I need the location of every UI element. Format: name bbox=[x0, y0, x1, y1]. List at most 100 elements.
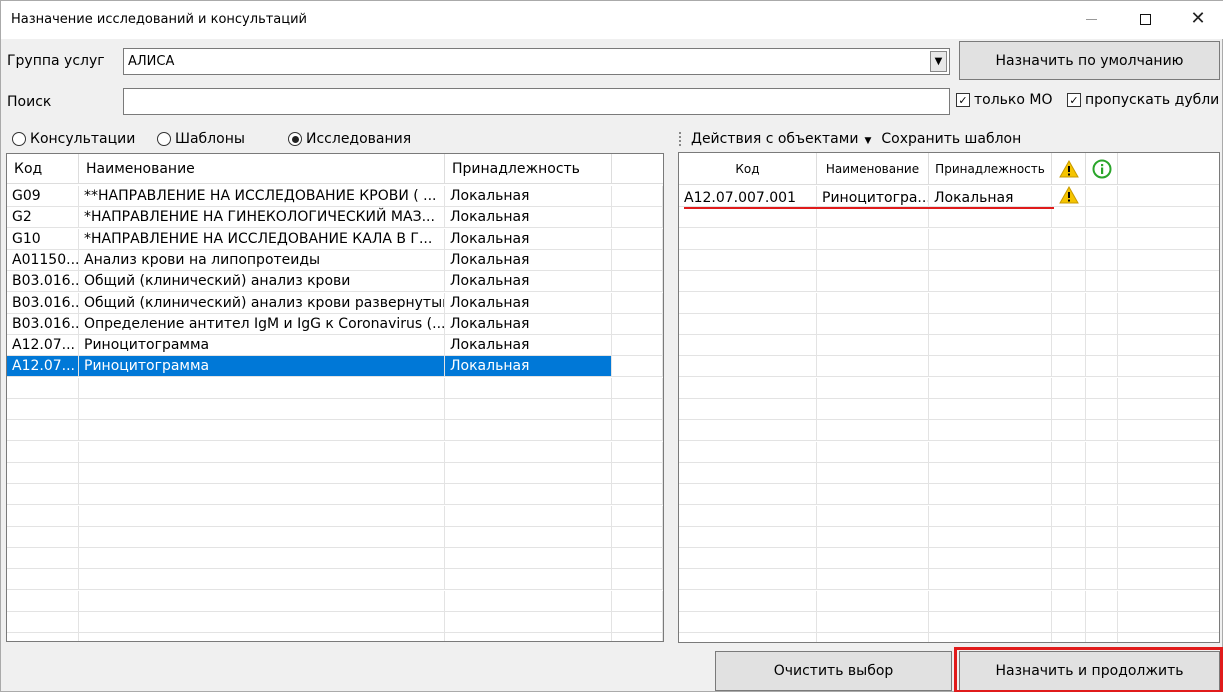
cell-filler bbox=[1118, 548, 1219, 570]
table-row[interactable]: G2 *НАПРАВЛЕНИЕ НА ГИНЕКОЛОГИЧЕСКИЙ МАЗ..… bbox=[7, 207, 663, 229]
cell-code bbox=[679, 462, 817, 484]
cell-owner[interactable]: Локальная bbox=[929, 186, 1052, 207]
table-row[interactable]: A12.07... Риноцитограмма Локальная bbox=[7, 335, 663, 357]
cell-owner bbox=[445, 569, 612, 591]
cell-filler bbox=[1086, 612, 1118, 633]
cell-filler bbox=[1086, 633, 1118, 642]
cell-code bbox=[7, 612, 79, 633]
cell-name[interactable]: Риноцитогра... bbox=[817, 186, 929, 207]
minimize-button[interactable] bbox=[1064, 1, 1118, 37]
search-input[interactable] bbox=[123, 88, 950, 115]
dialog-window: Назначение исследований и консультаций ✕… bbox=[0, 0, 1223, 692]
cell-filler bbox=[1118, 569, 1219, 591]
cell-name: **НАПРАВЛЕНИЕ НА ИССЛЕДОВАНИЕ КРОВИ ( ..… bbox=[79, 186, 445, 207]
services-table[interactable]: Код Наименование Принадлежность G09 **НАП… bbox=[6, 153, 664, 642]
cell-name: Анализ крови на липопротеиды bbox=[79, 249, 445, 271]
cell-filler bbox=[1086, 377, 1118, 399]
cell-warning bbox=[1052, 335, 1086, 357]
skip-duplicates-checkbox[interactable]: ✓ пропускать дубли bbox=[1067, 92, 1219, 108]
group-label: Группа услуг bbox=[7, 53, 105, 69]
cell-code bbox=[679, 612, 817, 633]
table-row bbox=[7, 399, 663, 420]
cell-filler bbox=[1086, 335, 1118, 357]
cell-filler bbox=[1118, 420, 1219, 442]
column-header-owner[interactable]: Принадлежность bbox=[445, 154, 612, 184]
cell-filler bbox=[1086, 313, 1118, 335]
table-row[interactable]: B03.016... Общий (клинический) анализ кро… bbox=[7, 292, 663, 314]
cell-filler bbox=[612, 548, 663, 570]
cell-name bbox=[817, 612, 929, 633]
cell-filler bbox=[1086, 356, 1118, 378]
cell-filler bbox=[612, 526, 663, 548]
checkbox-checked-icon[interactable]: ✓ bbox=[1067, 93, 1081, 107]
radio-research[interactable]: Исследования bbox=[288, 131, 411, 147]
cell-filler bbox=[1118, 399, 1219, 420]
cell-warning bbox=[1052, 313, 1086, 335]
skip-duplicates-label: пропускать дубли bbox=[1085, 92, 1220, 108]
cell-owner bbox=[445, 526, 612, 548]
close-button[interactable]: ✕ bbox=[1171, 1, 1223, 37]
cell-name bbox=[79, 633, 445, 641]
table-row[interactable]: B03.016... Общий (клинический) анализ кро… bbox=[7, 271, 663, 293]
actions-menu[interactable]: Действия с объектами ▼ bbox=[691, 131, 871, 147]
table-row[interactable]: G10 *НАПРАВЛЕНИЕ НА ИССЛЕДОВАНИЕ КАЛА В Г… bbox=[7, 228, 663, 250]
cell-name bbox=[817, 335, 929, 357]
assign-default-button[interactable]: Назначить по умолчанию bbox=[959, 41, 1220, 80]
save-template-button[interactable]: Сохранить шаблон bbox=[881, 131, 1021, 147]
cell-filler[interactable] bbox=[1086, 186, 1118, 207]
column-header-code[interactable]: Код bbox=[7, 154, 79, 184]
cell-warning[interactable] bbox=[1052, 186, 1086, 207]
table-row bbox=[7, 612, 663, 633]
cell-name bbox=[817, 207, 929, 229]
cell-code bbox=[679, 292, 817, 314]
cell-filler[interactable] bbox=[1118, 186, 1219, 207]
assign-continue-button[interactable]: Назначить и продолжить bbox=[959, 651, 1220, 691]
clear-selection-button[interactable]: Очистить выбор bbox=[715, 651, 952, 691]
radio-selected-icon[interactable] bbox=[288, 132, 302, 146]
cell-name bbox=[817, 569, 929, 591]
cell-filler bbox=[1086, 484, 1118, 506]
column-header-owner[interactable]: Принадлежность bbox=[929, 153, 1052, 185]
table-row[interactable]: A12.07... Риноцитограмма Локальная bbox=[7, 356, 663, 378]
cell-filler bbox=[1118, 335, 1219, 357]
cell-name bbox=[817, 441, 929, 463]
cell-name bbox=[817, 356, 929, 378]
table-row[interactable]: A01150... Анализ крови на липопротеиды Лок… bbox=[7, 249, 663, 271]
column-header-name[interactable]: Наименование bbox=[79, 154, 445, 184]
cell-name bbox=[817, 292, 929, 314]
radio-templates[interactable]: Шаблоны bbox=[157, 131, 245, 147]
group-select[interactable]: АЛИСА ▼ bbox=[123, 48, 950, 75]
radio-icon[interactable] bbox=[157, 132, 171, 146]
cell-warning bbox=[1052, 228, 1086, 250]
column-header-info[interactable] bbox=[1086, 153, 1118, 185]
table-row[interactable]: G09 **НАПРАВЛЕНИЕ НА ИССЛЕДОВАНИЕ КРОВИ (… bbox=[7, 186, 663, 207]
cell-code bbox=[679, 420, 817, 442]
column-header-code[interactable]: Код bbox=[679, 153, 817, 185]
maximize-button[interactable] bbox=[1118, 1, 1172, 37]
cell-name bbox=[817, 590, 929, 612]
cell-owner bbox=[929, 569, 1052, 591]
cell-code bbox=[679, 356, 817, 378]
cell-filler bbox=[1086, 505, 1118, 527]
cell-warning bbox=[1052, 420, 1086, 442]
only-mo-checkbox[interactable]: ✓ только МО bbox=[956, 92, 1053, 108]
cell-code: A12.07... bbox=[7, 356, 79, 378]
column-header-warning[interactable] bbox=[1052, 153, 1086, 185]
cell-name bbox=[79, 505, 445, 527]
cell-filler bbox=[1086, 441, 1118, 463]
column-header-name[interactable]: Наименование bbox=[817, 153, 929, 185]
cell-filler bbox=[1086, 462, 1118, 484]
cell-owner bbox=[445, 462, 612, 484]
cell-name bbox=[817, 377, 929, 399]
cell-name bbox=[79, 377, 445, 399]
cell-filler bbox=[612, 292, 663, 314]
cell-code[interactable]: A12.07.007.001 bbox=[679, 186, 817, 207]
table-row[interactable]: B03.016... Определение антител IgM и IgG … bbox=[7, 313, 663, 335]
radio-icon[interactable] bbox=[12, 132, 26, 146]
chevron-down-icon[interactable]: ▼ bbox=[930, 51, 947, 72]
cell-warning bbox=[1052, 356, 1086, 378]
cell-owner bbox=[929, 548, 1052, 570]
checkbox-checked-icon[interactable]: ✓ bbox=[956, 93, 970, 107]
radio-consultations[interactable]: Консультации bbox=[12, 131, 135, 147]
assigned-table[interactable]: Код Наименование Принадлежность A12.07.0… bbox=[678, 152, 1220, 643]
